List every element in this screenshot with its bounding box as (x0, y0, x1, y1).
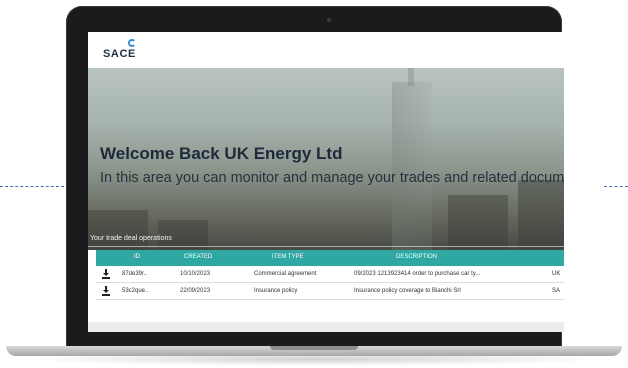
column-header-id[interactable]: ID (134, 254, 140, 260)
table-header: ID CREATED ITEM TYPE DESCRIPTION (96, 250, 564, 266)
skyline-tower (392, 82, 432, 250)
sace-logo[interactable]: SACE (103, 48, 136, 60)
column-header-description[interactable]: DESCRIPTION (396, 254, 437, 260)
skyline-building (448, 195, 508, 250)
screen: SACE Welcome Back UK Energy Ltd In this … (88, 32, 564, 332)
cell-id: 87de39r.. (122, 271, 148, 277)
hero-banner: Welcome Back UK Energy Ltd In this area … (88, 68, 564, 250)
cell-created: 10/10/2023 (180, 271, 211, 277)
table-row[interactable]: 87de39r.. 10/10/2023 Commercial agreemen… (96, 266, 564, 283)
column-header-item-type[interactable]: ITEM TYPE (272, 254, 304, 260)
cell-item-type: Insurance policy (254, 288, 298, 294)
cell-description: Insurance policy coverage to Bianchi Srl (354, 288, 461, 294)
download-icon[interactable] (102, 269, 111, 279)
footer-band (88, 322, 564, 332)
skyline-building (88, 210, 148, 250)
skyline-building (518, 180, 564, 250)
logo-mark-icon (128, 39, 136, 47)
dashed-line-left (0, 186, 64, 187)
section-divider (88, 246, 564, 247)
laptop-notch (270, 346, 358, 350)
cell-description: 09/2023 1213923414 order to purchase car… (354, 271, 481, 277)
operations-table: ID CREATED ITEM TYPE DESCRIPTION 87de39r… (96, 250, 564, 300)
download-icon[interactable] (102, 286, 111, 296)
cell-extra: SA (552, 288, 561, 294)
top-bar: SACE (88, 32, 564, 68)
camera-dot (327, 18, 331, 22)
cell-created: 22/09/2023 (180, 288, 211, 294)
table-row[interactable]: 53c2que.. 22/09/2023 Insurance policy In… (96, 283, 564, 300)
section-label: Your trade deal operations (90, 235, 172, 242)
welcome-subtitle: In this area you can monitor and manage … (100, 170, 564, 186)
column-header-created[interactable]: CREATED (184, 254, 212, 260)
dashed-line-right (604, 186, 628, 187)
cell-extra: UK (552, 271, 561, 277)
welcome-title: Welcome Back UK Energy Ltd (100, 144, 343, 163)
cell-id: 53c2que.. (122, 288, 149, 294)
cell-item-type: Commercial agreement (254, 271, 317, 277)
